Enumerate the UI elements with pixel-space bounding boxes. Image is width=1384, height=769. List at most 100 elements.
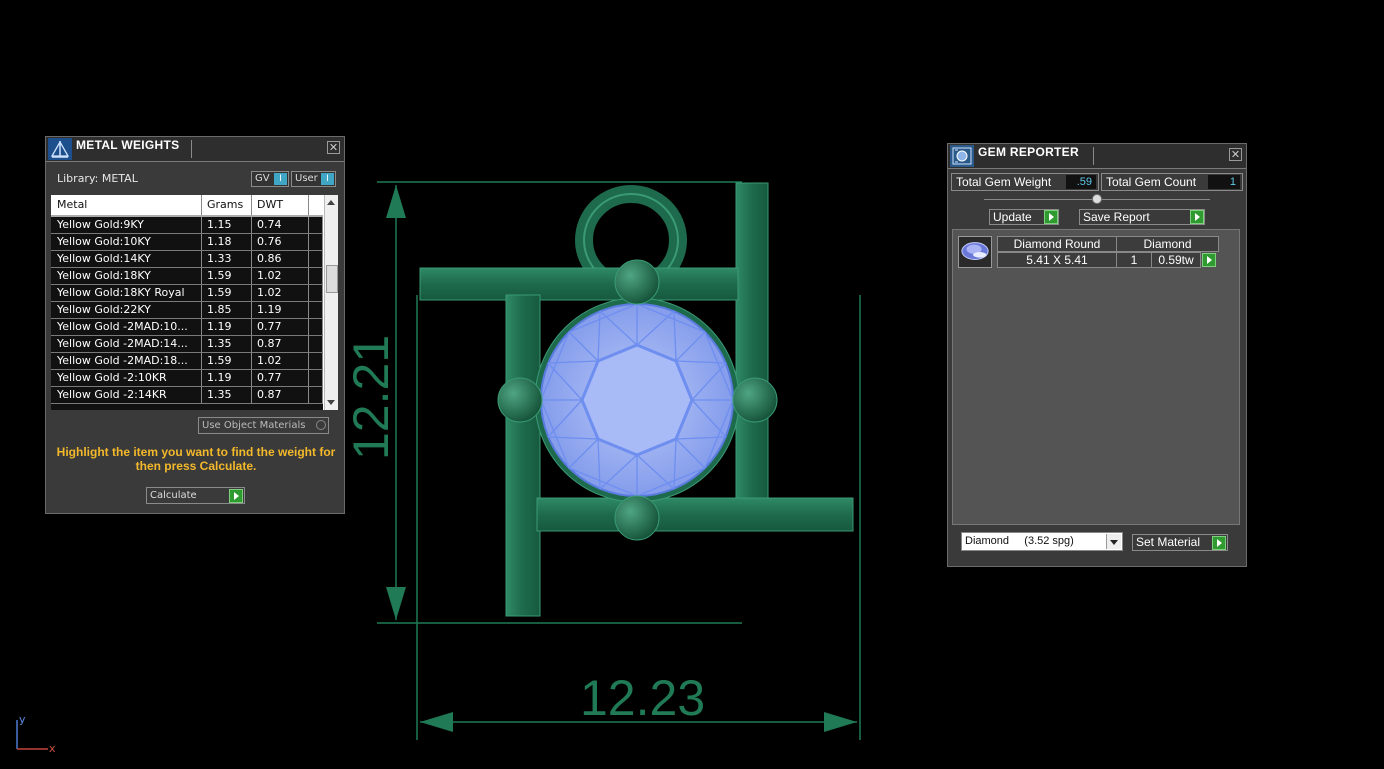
cell-dwt: 1.19 [257, 303, 282, 316]
cell-metal: Yellow Gold -2MAD:14... [57, 337, 188, 350]
column-divider [201, 268, 202, 284]
cell-grams: 1.19 [207, 371, 232, 384]
close-button[interactable]: ✕ [1229, 148, 1242, 161]
cell-dwt: 0.87 [257, 388, 282, 401]
table-header: Metal Grams DWT [51, 195, 323, 217]
panel-title: GEM REPORTER [978, 145, 1079, 159]
prong-left [497, 377, 543, 423]
user-toggle[interactable]: User I [291, 171, 336, 187]
pendant-model[interactable] [419, 182, 854, 617]
diamond-stone [540, 303, 734, 497]
table-row[interactable]: Yellow Gold -2:14KR 1.35 0.87 [51, 387, 323, 404]
column-divider [251, 195, 252, 215]
column-divider [251, 251, 252, 267]
width-dimension-label: 12.23 [580, 670, 705, 726]
column-divider [322, 268, 323, 284]
title-separator [191, 140, 192, 158]
use-object-materials-checkbox[interactable]: Use Object Materials [198, 417, 329, 434]
table-row[interactable]: Yellow Gold -2MAD:10... 1.19 0.77 [51, 319, 323, 336]
cell-metal: Yellow Gold -2MAD:18... [57, 354, 188, 367]
cell-dwt: 0.86 [257, 252, 282, 265]
library-label: Library: METAL [57, 172, 138, 185]
table-row[interactable]: Yellow Gold:18KY 1.59 1.02 [51, 268, 323, 285]
title-separator [1093, 147, 1094, 165]
column-divider [251, 319, 252, 335]
table-row[interactable]: Yellow Gold:22KY 1.85 1.19 [51, 302, 323, 319]
table-row[interactable]: Yellow Gold:18KY Royal 1.59 1.02 [51, 285, 323, 302]
cell-dwt: 0.77 [257, 371, 282, 384]
total-gem-count-value: 1 [1208, 175, 1240, 189]
column-divider [201, 387, 202, 403]
cell-metal: Yellow Gold:18KY Royal [57, 286, 185, 299]
close-button[interactable]: ✕ [327, 141, 340, 154]
scroll-down-icon[interactable] [327, 400, 335, 405]
column-header-metal[interactable]: Metal [57, 195, 199, 215]
table-row[interactable]: Yellow Gold -2MAD:18... 1.59 1.02 [51, 353, 323, 370]
right-vertical-bar [735, 182, 769, 500]
save-report-button[interactable]: Save Report [1079, 209, 1205, 225]
column-divider [322, 234, 323, 250]
column-divider [201, 251, 202, 267]
set-material-button[interactable]: Set Material [1132, 534, 1228, 551]
chevron-down-icon[interactable] [1106, 534, 1121, 549]
column-divider [251, 370, 252, 386]
column-divider [322, 302, 323, 318]
calculate-label: Calculate [150, 490, 197, 501]
gem-reporter-titlebar[interactable]: GEM REPORTER ✕ [948, 144, 1246, 169]
gem-material-cell: Diamond [1116, 236, 1219, 252]
table-row[interactable]: Yellow Gold:9KY 1.15 0.74 [51, 217, 323, 234]
total-gem-count-field: Total Gem Count 1 [1101, 173, 1243, 191]
cell-metal: Yellow Gold:9KY [57, 218, 144, 231]
play-icon [229, 489, 243, 503]
gem-weight-cell: 0.59tw [1151, 252, 1201, 268]
column-header-grams[interactable]: Grams [207, 195, 251, 215]
gem-row-play-button[interactable] [1202, 253, 1216, 267]
column-header-dwt[interactable]: DWT [257, 195, 307, 215]
table-row[interactable]: Yellow Gold:10KY 1.18 0.76 [51, 234, 323, 251]
table-row[interactable]: Yellow Gold -2:10KR 1.19 0.77 [51, 370, 323, 387]
cell-dwt: 0.74 [257, 218, 282, 231]
column-divider [308, 353, 309, 369]
slider-handle[interactable] [1092, 194, 1102, 204]
column-divider [201, 217, 202, 233]
column-divider [201, 302, 202, 318]
cell-grams: 1.33 [207, 252, 232, 265]
column-divider [308, 268, 309, 284]
cell-grams: 1.19 [207, 320, 232, 333]
table-row[interactable]: Yellow Gold:14KY 1.33 0.86 [51, 251, 323, 268]
cell-grams: 1.35 [207, 337, 232, 350]
gem-report-list[interactable]: Diamond Round Diamond 5.41 X 5.41 1 0.59… [952, 229, 1240, 525]
cell-metal: Yellow Gold -2:10KR [57, 371, 167, 384]
metal-weights-titlebar[interactable]: METAL WEIGHTS ✕ [46, 137, 344, 162]
update-button[interactable]: Update [989, 209, 1059, 225]
gem-thumbnail[interactable] [958, 236, 992, 268]
table-scrollbar[interactable] [324, 195, 338, 410]
total-gem-weight-value: .59 [1066, 175, 1096, 189]
scrollbar-thumb[interactable] [326, 265, 338, 293]
scroll-up-icon[interactable] [327, 200, 335, 205]
cell-dwt: 1.02 [257, 286, 282, 299]
gem-name-cell: Diamond Round [997, 236, 1117, 252]
calculate-button[interactable]: Calculate [146, 487, 245, 504]
column-divider [322, 387, 323, 403]
table-row[interactable]: Yellow Gold -2MAD:14... 1.35 0.87 [51, 336, 323, 353]
cell-grams: 1.59 [207, 269, 232, 282]
total-gem-weight-label: Total Gem Weight [956, 175, 1052, 189]
cell-grams: 1.59 [207, 286, 232, 299]
material-select[interactable]: Diamond (3.52 spg) [961, 532, 1123, 551]
column-divider [322, 353, 323, 369]
gem-size-cell: 5.41 X 5.41 [997, 252, 1117, 268]
gem-count-cell: 1 [1116, 252, 1152, 268]
cell-grams: 1.59 [207, 354, 232, 367]
top-horizontal-bar [419, 267, 739, 301]
material-select-value: Diamond (3.52 spg) [965, 535, 1074, 547]
gv-toggle[interactable]: GV I [251, 171, 289, 187]
play-icon [1190, 210, 1204, 224]
metal-table[interactable]: Metal Grams DWT Yellow Gold:9KY 1.15 0.7… [51, 195, 338, 410]
column-divider [251, 285, 252, 301]
metal-weights-panel: METAL WEIGHTS ✕ Library: METAL GV I User… [45, 136, 345, 514]
column-divider [201, 195, 202, 215]
save-report-label: Save Report [1083, 210, 1150, 224]
gem-report-icon [950, 145, 974, 167]
scale-icon [48, 138, 72, 160]
